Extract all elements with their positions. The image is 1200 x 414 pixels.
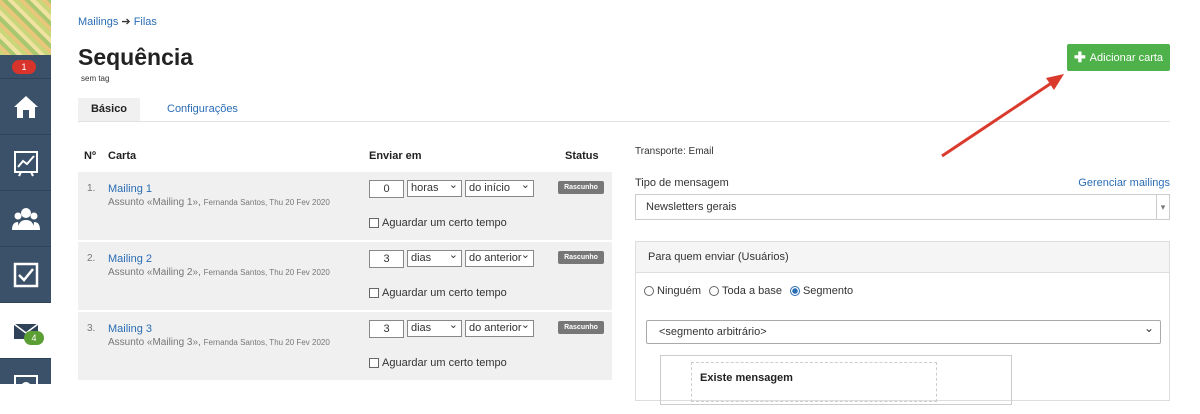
radio-nobody[interactable]: Ninguém	[644, 285, 701, 297]
radio-whole-base[interactable]: Toda a base	[709, 285, 782, 297]
manage-mailings-link[interactable]: Gerenciar mailings	[1078, 177, 1170, 189]
breadcrumb-parent[interactable]: Mailings	[78, 16, 118, 28]
delay-amount-input[interactable]: 3	[369, 250, 404, 268]
tab-basic[interactable]: Básico	[78, 98, 140, 121]
wait-label: Aguardar um certo tempo	[382, 357, 507, 369]
delay-unit-select[interactable]: dias	[407, 318, 462, 337]
wait-option[interactable]: Aguardar um certo tempo	[369, 217, 507, 229]
recipients-panel: Para quem enviar (Usuários) Ninguém Toda…	[635, 241, 1170, 405]
letter-subject: Assunto «Mailing 1», Fernanda Santos, Th…	[108, 197, 330, 208]
row-number: 3.	[87, 323, 96, 334]
wait-option[interactable]: Aguardar um certo tempo	[369, 287, 507, 299]
header-send: Enviar em	[369, 150, 422, 162]
letter-link[interactable]: Mailing 1	[108, 183, 152, 195]
table-row: 1. Mailing 1 Assunto «Mailing 1», Fernan…	[78, 172, 612, 240]
status-badge: Rascunho	[558, 321, 604, 334]
sidebar-item-analytics[interactable]	[0, 134, 51, 190]
wait-checkbox[interactable]	[369, 218, 379, 228]
delay-amount-input[interactable]: 3	[369, 320, 404, 338]
condition-box: Existe mensagem	[660, 355, 1012, 405]
add-letter-label: Adicionar carta	[1089, 51, 1164, 64]
table-row: 3. Mailing 3 Assunto «Mailing 3», Fernan…	[78, 312, 612, 380]
users-icon	[11, 207, 40, 230]
breadcrumb-separator: ➔	[121, 16, 131, 28]
chart-icon	[13, 150, 38, 176]
header-letter: Carta	[108, 150, 137, 162]
row-number: 2.	[87, 253, 96, 264]
status-badge: Rascunho	[558, 251, 604, 264]
header-number: Nº	[84, 150, 96, 162]
condition-dropzone[interactable]: Existe mensagem	[691, 362, 937, 402]
breadcrumb-current[interactable]: Filas	[134, 16, 157, 28]
home-icon	[13, 95, 38, 118]
wait-label: Aguardar um certo tempo	[382, 287, 507, 299]
wait-checkbox[interactable]	[369, 288, 379, 298]
delay-from-select[interactable]: do anterior	[465, 318, 534, 337]
status-badge: Rascunho	[558, 181, 604, 194]
wait-label: Aguardar um certo tempo	[382, 217, 507, 229]
radio-label: Segmento	[802, 285, 854, 297]
message-type-select[interactable]: Newsletters gerais ▾	[635, 194, 1170, 220]
letter-subject: Assunto «Mailing 3», Fernanda Santos, Th…	[108, 337, 330, 348]
segment-select[interactable]: <segmento arbitrário>	[646, 320, 1161, 344]
mail-badge: 4	[24, 331, 44, 345]
tag-label: sem tag	[81, 74, 110, 83]
breadcrumb: Mailings ➔ Filas	[78, 15, 157, 28]
message-type-label: Tipo de mensagem	[635, 177, 729, 189]
message-type-value: Newsletters gerais	[646, 201, 737, 213]
recipients-panel-title: Para quem enviar (Usuários)	[636, 242, 1169, 273]
delay-unit-select[interactable]: horas	[407, 178, 462, 197]
sidebar: 1 4	[0, 0, 51, 399]
radio-segment[interactable]: Segmento	[789, 285, 854, 297]
sidebar-item-settings[interactable]	[0, 358, 51, 414]
delay-amount-input[interactable]: 0	[369, 180, 404, 198]
delay-from-select[interactable]: do início	[465, 178, 534, 197]
plus-icon: ✚	[1073, 49, 1086, 65]
letter-link[interactable]: Mailing 2	[108, 253, 152, 265]
settings-icon	[13, 374, 38, 399]
radio-circle[interactable]	[644, 286, 654, 296]
notification-badge[interactable]: 1	[12, 60, 36, 74]
checkbox-icon	[13, 262, 38, 287]
letter-subject: Assunto «Mailing 2», Fernanda Santos, Th…	[108, 267, 330, 278]
sidebar-item-users[interactable]	[0, 190, 51, 246]
sidebar-item-tasks[interactable]	[0, 246, 51, 302]
delay-unit-select[interactable]: dias	[407, 248, 462, 267]
radio-circle-checked[interactable]	[789, 286, 800, 296]
sidebar-item-mailings[interactable]: 4	[0, 302, 51, 358]
header-status: Status	[565, 150, 599, 162]
radio-label: Ninguém	[657, 285, 702, 297]
add-letter-button[interactable]: ✚ Adicionar carta	[1067, 44, 1170, 71]
logo[interactable]	[0, 0, 51, 55]
table-row: 2. Mailing 2 Assunto «Mailing 2», Fernan…	[78, 242, 612, 310]
chevron-down-icon: ▾	[1156, 195, 1169, 219]
radio-label: Toda a base	[722, 285, 782, 297]
page-title: Sequência	[78, 44, 194, 70]
tab-settings[interactable]: Configurações	[167, 98, 238, 121]
wait-checkbox[interactable]	[369, 358, 379, 368]
letter-link[interactable]: Mailing 3	[108, 323, 152, 335]
row-number: 1.	[87, 183, 96, 194]
radio-circle[interactable]	[709, 286, 720, 296]
transport-label: Transporte: Email	[635, 146, 714, 157]
condition-label: Existe mensagem	[700, 372, 793, 384]
annotation-arrow-icon	[941, 74, 1064, 158]
recipient-radio-group: Ninguém Toda a base Segmento	[644, 285, 853, 297]
wait-option[interactable]: Aguardar um certo tempo	[369, 357, 507, 369]
sidebar-item-home[interactable]	[0, 78, 51, 134]
delay-from-select[interactable]: do anterior	[465, 248, 534, 267]
